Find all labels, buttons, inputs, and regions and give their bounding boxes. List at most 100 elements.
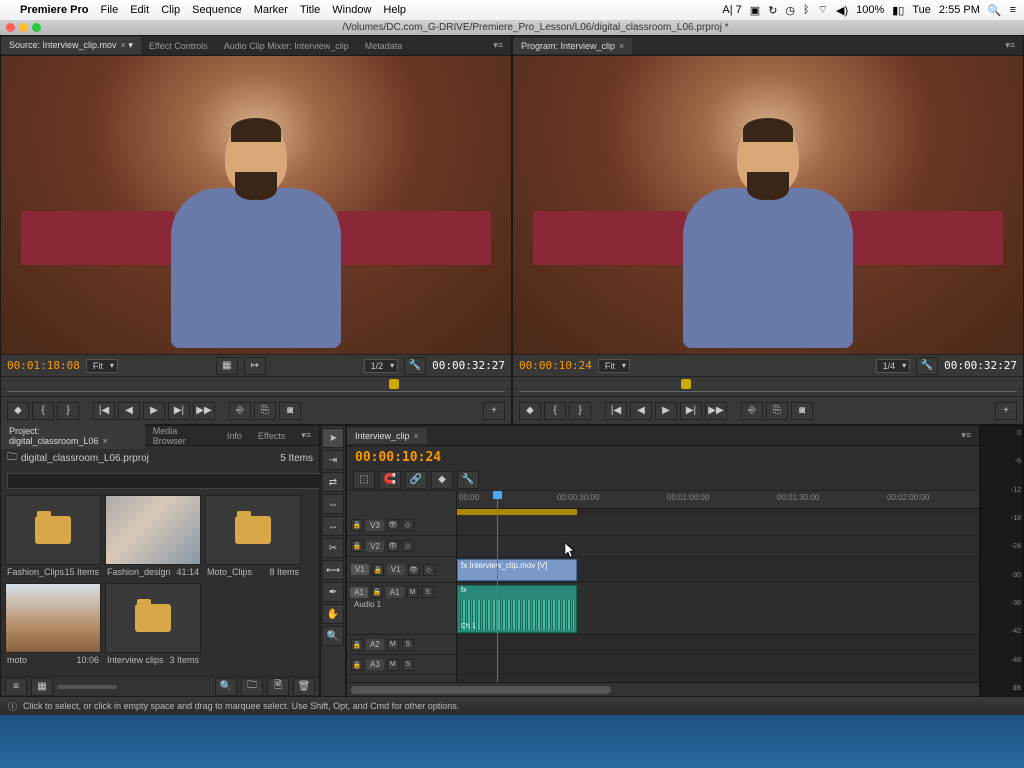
solo-button[interactable]: S [422,586,434,598]
linked-selection-button[interactable]: 🔗 [405,471,427,489]
track-a2[interactable] [457,635,979,655]
tab-program[interactable]: Program: Interview_clip× [513,38,632,54]
play-button[interactable]: ▶ [655,402,677,420]
track-header-a3[interactable]: 🔒A3MS [347,655,456,675]
project-search-input[interactable] [7,473,325,489]
lock-icon[interactable]: 🔒 [351,540,363,552]
minimize-window-button[interactable] [19,23,28,32]
mark-in-brace-button[interactable]: { [32,402,54,420]
icon-view-button[interactable]: ▦ [31,678,53,696]
spotlight-icon[interactable]: 🔍 [988,4,1002,17]
bin-item[interactable]: Fashion_design41:14 [105,495,201,579]
razor-tool[interactable]: ✂ [322,538,344,558]
step-forward-button[interactable]: ▶| [680,402,702,420]
bin-item[interactable]: Fashion_Clips15 Items [5,495,101,579]
zoom-window-button[interactable] [32,23,41,32]
volume-icon[interactable]: ◀) [836,4,848,17]
timeline-settings-button[interactable]: 🔧 [457,471,479,489]
program-resolution-dropdown[interactable]: 1/4 [876,359,911,373]
eye-icon[interactable]: 👁 [408,564,420,576]
menu-window[interactable]: Window [332,4,371,16]
lock-icon[interactable]: 🔒 [371,586,383,598]
track-header-v1[interactable]: V1🔒V1👁◇ [347,557,456,583]
lock-icon[interactable]: 🔒 [351,639,363,651]
export-frame-button[interactable]: ◙ [791,402,813,420]
insert-button[interactable]: ⎆ [229,402,251,420]
mute-button[interactable]: M [387,659,399,671]
clock-time[interactable]: 2:55 PM [939,4,980,16]
pen-tool[interactable]: ✒ [322,582,344,602]
camera-icon[interactable]: ▣ [750,4,760,17]
track-header-a1[interactable]: A1🔒A1MS Audio 1 [347,583,456,635]
sync-icon[interactable]: ↻ [768,4,777,17]
overwrite-button[interactable]: ⎘ [254,402,276,420]
extract-button[interactable]: ⎘ [766,402,788,420]
program-fit-dropdown[interactable]: Fit [598,359,630,373]
source-resolution-dropdown[interactable]: 1/2 [364,359,399,373]
timemachine-icon[interactable]: ◷ [785,4,795,17]
list-view-button[interactable]: ≡ [5,678,27,696]
solo-button[interactable]: S [402,639,414,651]
go-to-out-button[interactable]: ▶▶ [705,402,727,420]
close-icon[interactable]: × [414,431,419,441]
menu-clip[interactable]: Clip [161,4,180,16]
nest-sequence-button[interactable]: ⬚ [353,471,375,489]
tab-source-clip[interactable]: Source: Interview_clip.mov× ▾ [1,37,141,54]
track-header-a2[interactable]: 🔒A2MS [347,635,456,655]
track-header-v2[interactable]: 🔒V2👁◇ [347,536,456,557]
track-v2[interactable] [457,536,979,557]
rolling-edit-tool[interactable]: ⇔ [322,494,344,514]
timeline-scrollbar[interactable] [347,682,979,696]
app-menu[interactable]: Premiere Pro [20,4,88,16]
timeline-tracks-area[interactable]: 00:00 00:00:30:00 00:01:00:00 00:01:30:0… [457,491,979,682]
mark-in-button[interactable]: ◆ [7,402,29,420]
bin-item[interactable]: moto10:06 [5,583,101,667]
track-v3[interactable] [457,515,979,536]
battery-icon[interactable]: ▮▯ [892,4,904,17]
menu-sequence[interactable]: Sequence [192,4,242,16]
panel-menu-icon[interactable]: ▾≡ [953,427,979,444]
track-v1[interactable]: fx Interview_clip.mov [V] [457,557,979,583]
new-bin-button[interactable]: 🗀 [241,678,263,696]
track-a1[interactable]: fx Ch 1 [457,583,979,635]
close-icon[interactable]: × [103,436,108,446]
lock-icon[interactable]: 🔒 [351,659,363,671]
go-to-out-button[interactable]: ▶▶ [193,402,215,420]
button-editor-icon[interactable]: + [483,402,505,420]
lock-icon[interactable]: 🔒 [372,564,384,576]
bin-item[interactable]: Interview clips3 Items [105,583,201,667]
selection-tool[interactable]: ➤ [322,428,344,448]
program-timecode-in[interactable]: 00:00:10:24 [519,359,592,372]
wifi-icon[interactable]: ⌔ [818,3,828,17]
settings-icon[interactable]: 🔧 [404,357,426,375]
tab-audio-clip-mixer[interactable]: Audio Clip Mixer: Interview_clip [216,38,357,54]
eye-icon[interactable]: 👁 [387,540,399,552]
panel-menu-icon[interactable]: ▾≡ [293,427,319,444]
mute-button[interactable]: M [407,586,419,598]
go-to-in-button[interactable]: |◀ [93,402,115,420]
hand-tool[interactable]: ✋ [322,604,344,624]
close-icon[interactable]: × [121,40,126,50]
settings-icon[interactable]: 🔧 [916,357,938,375]
step-back-button[interactable]: ◀ [118,402,140,420]
source-time-ruler[interactable] [1,376,511,396]
export-frame-button[interactable]: ◙ [279,402,301,420]
zoom-tool[interactable]: 🔍 [322,626,344,646]
solo-button[interactable]: S [402,659,414,671]
track-select-tool[interactable]: ⇥ [322,450,344,470]
bin-item[interactable]: Moto_Clips8 Items [205,495,301,579]
mark-in-button[interactable]: ◆ [519,402,541,420]
menu-marker[interactable]: Marker [254,4,288,16]
step-forward-button[interactable]: ▶| [168,402,190,420]
timeline-timecode[interactable]: 00:00:10:24 [355,450,441,465]
menu-help[interactable]: Help [383,4,406,16]
thumbnail-size-slider[interactable] [57,685,117,689]
tab-metadata[interactable]: Metadata [357,38,411,54]
lock-icon[interactable]: 🔒 [351,519,363,531]
menu-file[interactable]: File [100,4,118,16]
slip-tool[interactable]: ⟷ [322,560,344,580]
step-back-button[interactable]: ◀ [630,402,652,420]
delete-button[interactable]: 🗑 [293,678,315,696]
program-video-view[interactable] [513,56,1023,354]
timeline-playhead[interactable] [497,491,498,682]
